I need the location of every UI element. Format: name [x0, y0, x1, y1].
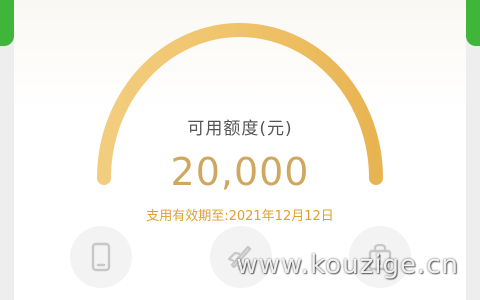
available-credit-label: 可用额度(元)	[187, 119, 293, 139]
green-edge-right	[466, 0, 480, 46]
green-edge-left	[0, 0, 14, 46]
phone-icon	[91, 242, 111, 272]
site-watermark: www.kouzige.cn	[236, 250, 459, 280]
phone-button[interactable]	[70, 226, 132, 288]
available-credit-amount: 20,000	[170, 150, 310, 194]
validity-date: 支用有效期至:2021年12月12日	[146, 209, 334, 224]
